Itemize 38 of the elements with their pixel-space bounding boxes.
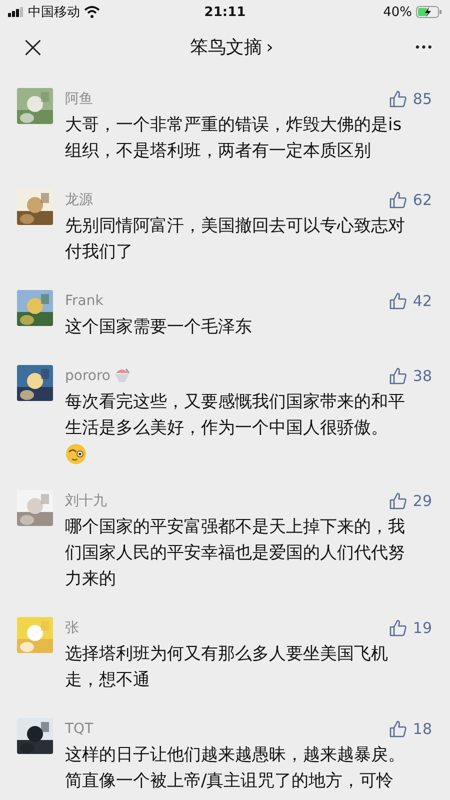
comment-text: 选择塔利班为何又有那么多人要坐美国飞机走，想不通 — [65, 643, 389, 692]
like-count: 62 — [412, 191, 432, 209]
comment-text: 先别同情阿富汗，美国撤回去可以专心致志对付我们了 — [65, 215, 406, 264]
close-button[interactable]: × — [18, 30, 48, 64]
commenter-name: 刘十九 — [65, 492, 107, 510]
page-title[interactable]: 笨鸟文摘 — [190, 35, 262, 59]
commenter-name: Frank — [65, 293, 104, 309]
thumbs-up-icon[interactable] — [388, 191, 407, 209]
thumbs-up-icon[interactable] — [388, 619, 407, 637]
battery-icon — [416, 6, 442, 18]
thumbs-up-icon[interactable] — [388, 90, 407, 108]
thumbs-up-icon[interactable] — [388, 292, 407, 310]
like-count: 29 — [412, 492, 432, 510]
like-count: 42 — [412, 292, 432, 310]
commenter-name: 龙源 — [65, 191, 93, 209]
commenter-name: 阿鱼 — [65, 90, 93, 108]
like-count: 18 — [412, 720, 432, 738]
commenter-name: 张 — [65, 619, 79, 637]
comment-text: 哪个国家的平安富强都不是天上掉下来的，我们国家人民的平安幸福也是爱国的人们代代努力来的 — [65, 516, 406, 591]
comment-text: 每次看完这些，又要感慨我们国家带来的和平生活是多么美好，作为一个中国人很骄傲。 — [65, 391, 406, 440]
more-button[interactable]: ••• — [415, 40, 434, 54]
chevron-icon[interactable]: › — [266, 36, 274, 58]
signal-icon — [8, 7, 24, 17]
clock-time: 21:11 — [204, 4, 246, 20]
like-count: 19 — [412, 619, 432, 637]
like-count: 85 — [412, 90, 432, 108]
commenter-name: pororo — [65, 368, 110, 384]
commenter-name: TQT — [65, 721, 94, 737]
comment-text: 大哥，一个非常严重的错误，炸毁大佛的是is组织，不是塔利班，两者有一定本质区别 — [65, 114, 403, 163]
thumbs-up-icon[interactable] — [388, 492, 407, 510]
carrier-name: 中国移动 — [28, 4, 80, 21]
thumbs-up-icon[interactable] — [388, 720, 407, 738]
thumbs-up-icon[interactable] — [388, 367, 407, 385]
like-count: 38 — [412, 367, 432, 385]
comment-text: 这个国家需要一个毛泽东 — [65, 316, 253, 339]
battery-percent: 40% — [383, 4, 412, 20]
wifi-icon — [84, 6, 100, 18]
comment-text: 这样的日子让他们越来越愚昧，越来越暴戾。简直像一个被上帝/真主诅咒了的地方，可怜 — [65, 744, 406, 793]
